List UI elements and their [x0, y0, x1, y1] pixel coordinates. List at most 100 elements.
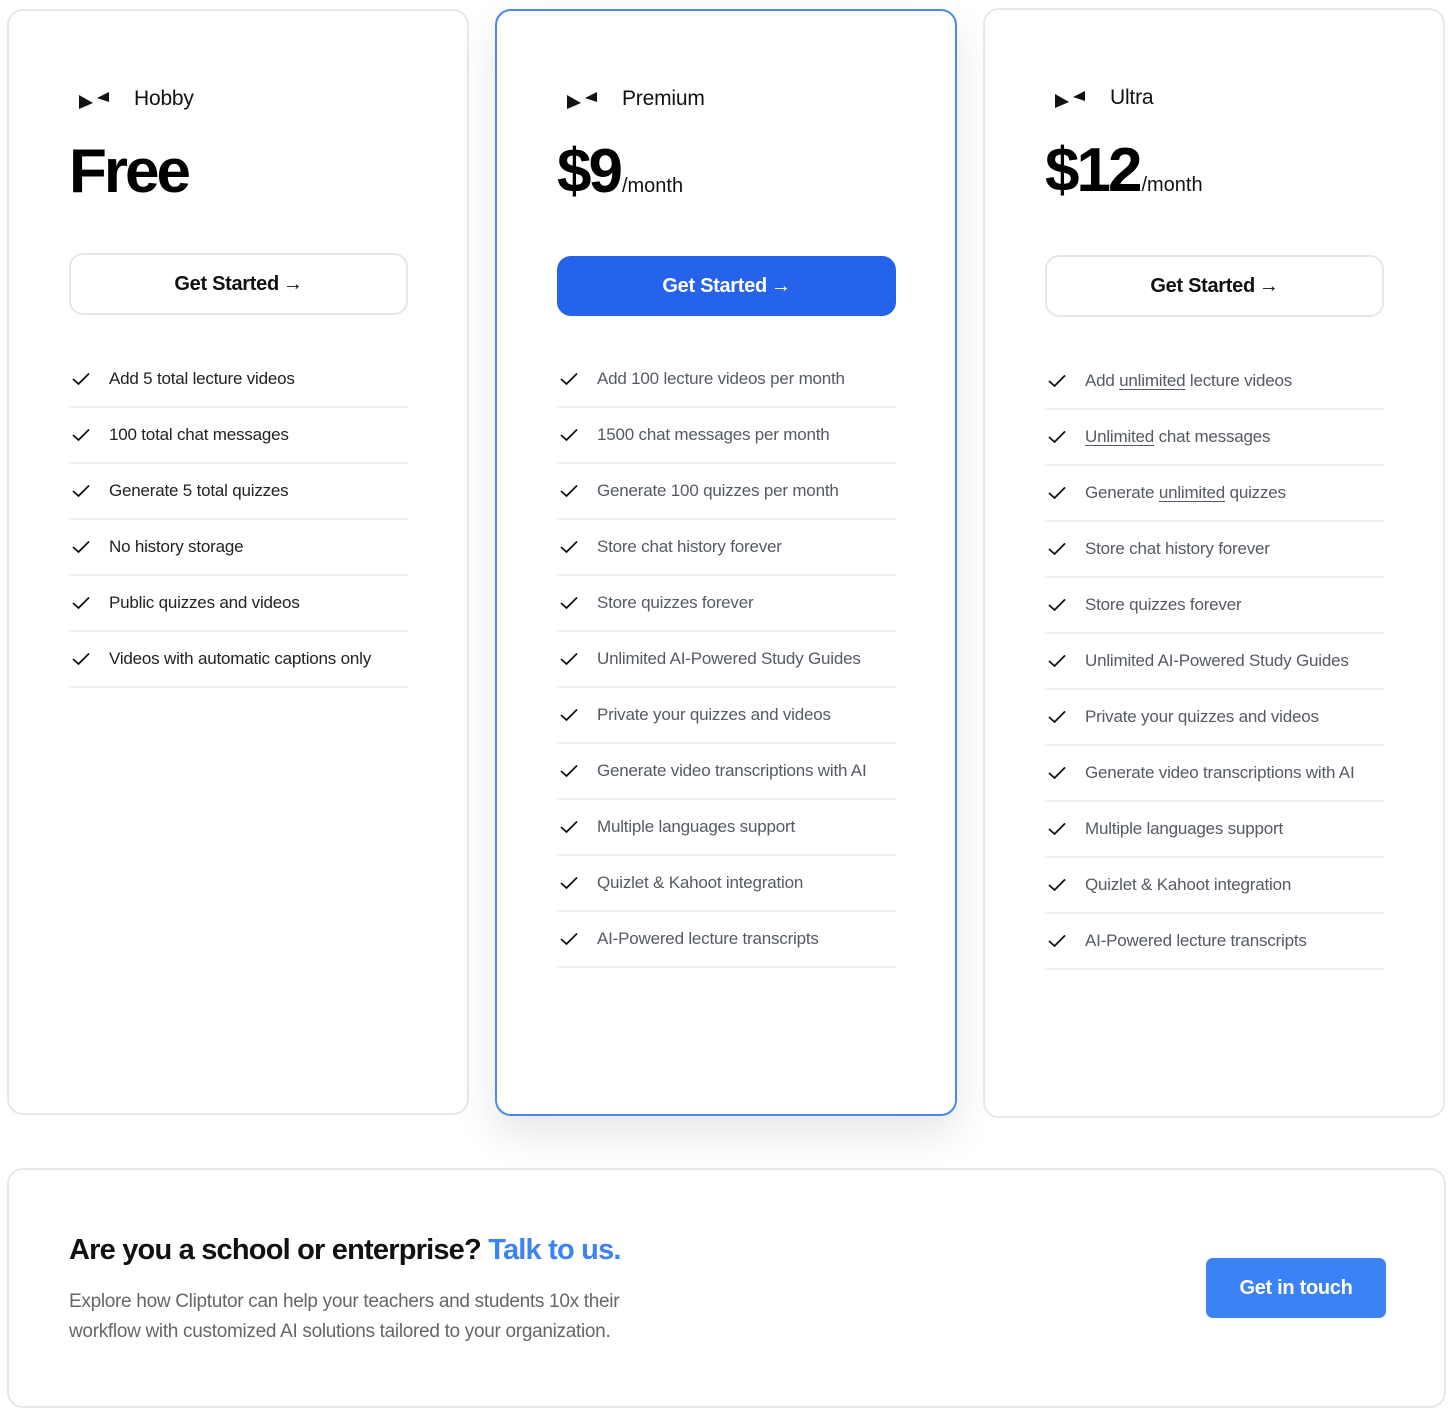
price-amount: Free — [69, 137, 191, 206]
check-icon — [1048, 430, 1066, 444]
feature-item: AI-Powered lecture transcripts — [557, 912, 896, 968]
plan-name: Hobby — [134, 87, 194, 110]
check-icon — [1048, 934, 1066, 948]
feature-item: AI-Powered lecture transcripts — [1045, 914, 1384, 970]
feature-text-segment: Multiple languages support — [1085, 819, 1283, 838]
feature-text: Add 5 total lecture videos — [109, 369, 295, 389]
button-label: Get Started — [1150, 274, 1255, 297]
feature-text-segment: Quizlet & Kahoot integration — [597, 873, 804, 892]
feature-text-segment: AI-Powered lecture transcripts — [597, 929, 819, 948]
feature-text: Videos with automatic captions only — [109, 649, 371, 669]
feature-item: Quizlet & Kahoot integration — [557, 856, 896, 912]
feature-text-segment: chat messages — [1154, 427, 1271, 446]
get-started-button-hobby[interactable]: Get Started → — [69, 253, 408, 315]
plan-price: $12 /month — [1045, 140, 1203, 202]
bowtie-logo-icon — [1054, 86, 1088, 110]
feature-text-segment: Store quizzes forever — [1085, 595, 1242, 614]
feature-list: Add 5 total lecture videos 100 total chat… — [69, 352, 408, 688]
talk-to-us-link[interactable]: Talk to us. — [488, 1234, 621, 1266]
check-icon — [72, 484, 90, 498]
check-icon — [560, 372, 578, 386]
feature-item: Private your quizzes and videos — [557, 688, 896, 744]
feature-text: Add unlimited lecture videos — [1085, 371, 1292, 391]
feature-text-segment: Public quizzes and videos — [109, 593, 300, 612]
feature-text-segment: lecture videos — [1185, 371, 1293, 390]
feature-text-segment: Store chat history forever — [597, 537, 782, 556]
feature-text-segment: Multiple languages support — [597, 817, 795, 836]
feature-text-segment: Generate 5 total quizzes — [109, 481, 289, 500]
feature-text: Store quizzes forever — [1085, 595, 1242, 615]
feature-text-segment: Generate 100 quizzes per month — [597, 481, 839, 500]
feature-text-segment: Unlimited AI-Powered Study Guides — [1085, 651, 1349, 670]
feature-item: Store quizzes forever — [1045, 578, 1384, 634]
feature-item: Unlimited chat messages — [1045, 410, 1384, 466]
feature-text: Generate video transcriptions with AI — [597, 761, 867, 781]
feature-text: Multiple languages support — [1085, 819, 1283, 839]
button-label: Get Started — [174, 272, 279, 295]
feature-item: Add 5 total lecture videos — [69, 352, 408, 408]
plan-header: Hobby — [78, 79, 194, 119]
plan-name: Premium — [622, 87, 705, 110]
bowtie-logo-icon — [78, 87, 112, 111]
feature-item: No history storage — [69, 520, 408, 576]
feature-text: 1500 chat messages per month — [597, 425, 830, 445]
check-icon — [560, 652, 578, 666]
check-icon — [560, 932, 578, 946]
feature-item: 100 total chat messages — [69, 408, 408, 464]
get-started-button-premium[interactable]: Get Started → — [557, 256, 896, 316]
feature-item: Generate 100 quizzes per month — [557, 464, 896, 520]
check-icon — [560, 764, 578, 778]
feature-text: Store chat history forever — [1085, 539, 1270, 559]
check-icon — [560, 820, 578, 834]
enterprise-banner: Are you a school or enterprise? Talk to … — [7, 1168, 1446, 1408]
arrow-right-icon: → — [1258, 274, 1279, 297]
check-icon — [72, 372, 90, 386]
feature-text: Unlimited AI-Powered Study Guides — [597, 649, 861, 669]
enterprise-title: Are you a school or enterprise? Talk to … — [69, 1234, 621, 1267]
button-label: Get Started — [662, 274, 767, 297]
feature-item: Multiple languages support — [1045, 802, 1384, 858]
feature-item: Add 100 lecture videos per month — [557, 352, 896, 408]
feature-text-segment: Videos with automatic captions only — [109, 649, 372, 668]
check-icon — [1048, 598, 1066, 612]
feature-item: Quizlet & Kahoot integration — [1045, 858, 1384, 914]
check-icon — [1048, 374, 1066, 388]
arrow-right-icon: → — [770, 274, 791, 297]
check-icon — [1048, 654, 1066, 668]
feature-text-segment: 100 total chat messages — [109, 425, 289, 444]
feature-item: Public quizzes and videos — [69, 576, 408, 632]
feature-emphasis: Unlimited — [1085, 427, 1155, 446]
feature-text: Private your quizzes and videos — [597, 705, 831, 725]
feature-item: Store chat history forever — [557, 520, 896, 576]
feature-text: 100 total chat messages — [109, 425, 289, 445]
check-icon — [72, 540, 90, 554]
feature-text-segment: Generate video transcriptions with AI — [1085, 763, 1355, 782]
check-icon — [1048, 486, 1066, 500]
check-icon — [72, 428, 90, 442]
feature-text: Generate 5 total quizzes — [109, 481, 289, 501]
enterprise-title-text: Are you a school or enterprise? — [69, 1234, 482, 1266]
feature-text: Quizlet & Kahoot integration — [597, 873, 803, 893]
feature-item: Store quizzes forever — [557, 576, 896, 632]
check-icon — [560, 708, 578, 722]
check-icon — [72, 596, 90, 610]
feature-item: Store chat history forever — [1045, 522, 1384, 578]
check-icon — [1048, 710, 1066, 724]
price-unit: /month — [1141, 174, 1203, 196]
feature-text: AI-Powered lecture transcripts — [1085, 931, 1307, 951]
check-icon — [1048, 542, 1066, 556]
price-amount: $9 — [557, 137, 623, 206]
get-started-button-ultra[interactable]: Get Started → — [1045, 255, 1384, 317]
get-in-touch-button[interactable]: Get in touch — [1206, 1258, 1386, 1318]
check-icon — [560, 540, 578, 554]
check-icon — [72, 652, 90, 666]
feature-item: Unlimited AI-Powered Study Guides — [1045, 634, 1384, 690]
feature-text-segment: No history storage — [109, 537, 244, 556]
feature-text: Private your quizzes and videos — [1085, 707, 1319, 727]
plan-card-hobby: Hobby Free Get Started → Add 5 total lec… — [7, 9, 469, 1115]
feature-list: Add unlimited lecture videos Unlimited ch… — [1045, 354, 1384, 970]
feature-text-segment: 1500 chat messages per month — [597, 425, 830, 444]
feature-emphasis: unlimited — [1158, 483, 1226, 502]
plan-price: Free — [69, 137, 191, 206]
check-icon — [1048, 878, 1066, 892]
